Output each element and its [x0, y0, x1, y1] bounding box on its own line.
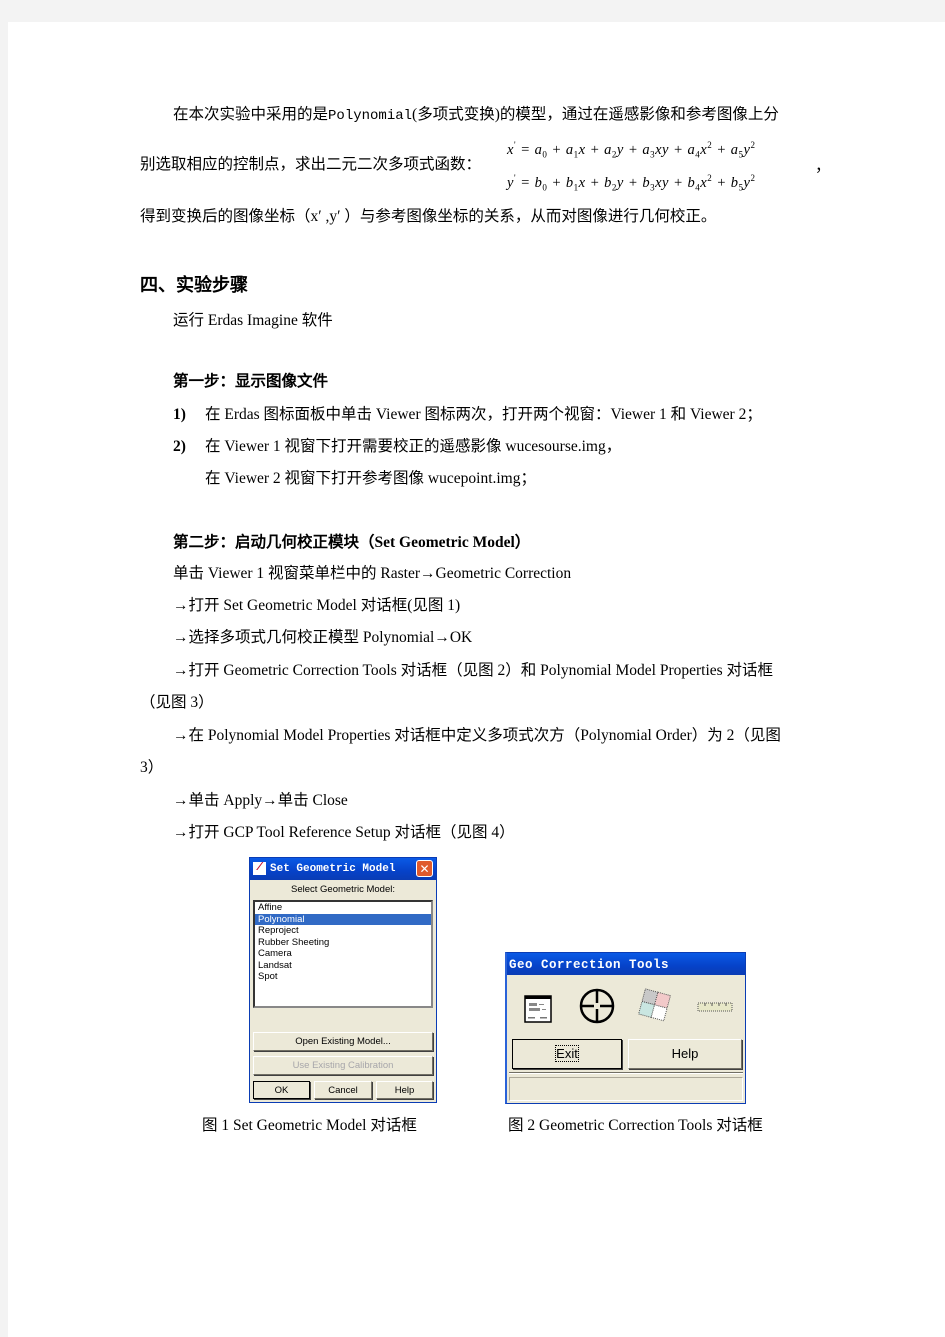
step2-line: 单击 Viewer 1 视窗菜单栏中的 Raster→Geometric Cor… [173, 565, 572, 582]
separator [509, 1072, 743, 1074]
figure1-caption: 图 1 Set Geometric Model 对话框 [202, 1117, 417, 1134]
model-option[interactable]: Camera [255, 948, 431, 960]
crosshair-icon[interactable] [578, 987, 616, 1025]
step1-heading: 第一步：显示图像文件 [173, 373, 329, 390]
formula-x: x' = a0 + a1x + a2y + a3xy + a4x2 + a5y2 [507, 140, 756, 160]
model-name: Polynomial [328, 108, 413, 124]
dialog-title: Set Geometric Model [270, 863, 396, 875]
cancel-button[interactable]: Cancel [314, 1081, 372, 1099]
tiles-icon[interactable] [635, 988, 675, 1026]
step2-line: 3） [140, 759, 164, 776]
status-bar [509, 1077, 743, 1101]
close-icon[interactable]: ✕ [416, 860, 433, 877]
step1-item-text: 在 Viewer 1 视窗下打开需要校正的遥感影像 wucesourse.img… [205, 438, 622, 455]
step2-heading: 第二步：启动几何校正模块（Set Geometric Model） [173, 534, 531, 551]
intro-text: (多项式变换)的模型，通过在遥感影像和参考图像上分 [412, 106, 779, 123]
model-option[interactable]: Affine [255, 902, 431, 914]
model-option[interactable]: Spot [255, 971, 431, 983]
step2-line: →单击 Apply→单击 Close [173, 792, 348, 809]
open-existing-model-button[interactable]: Open Existing Model... [253, 1032, 433, 1051]
ruler-icon[interactable] [697, 1001, 733, 1013]
model-option[interactable]: Rubber Sheeting [255, 937, 431, 949]
step2-line: →在 Polynomial Model Properties 对话框中定义多项式… [173, 727, 781, 744]
step2-line: →打开 Set Geometric Model 对话框(见图 1) [173, 597, 461, 614]
help-button[interactable]: Help [628, 1039, 742, 1069]
set-geometric-model-dialog: / Set Geometric Model ✕ Select Geometric… [249, 857, 437, 1103]
intro-line-2: 别选取相应的控制点，求出二元二次多项式函数： [140, 156, 482, 173]
gcp-table-icon[interactable] [524, 995, 552, 1023]
use-existing-calibration-button[interactable]: Use Existing Calibration [253, 1056, 433, 1075]
step1-item-num: 1) [173, 406, 186, 423]
exit-button[interactable]: Exit [512, 1039, 622, 1069]
run-line: 运行 Erdas Imagine 软件 [173, 312, 333, 329]
model-option-selected[interactable]: Polynomial [255, 913, 431, 925]
formula-comma: ， [815, 158, 831, 175]
step1-item-num: 2) [173, 438, 186, 455]
dialog-titlebar: / Set Geometric Model ✕ [250, 858, 436, 880]
step1-item-text: 在 Erdas 图标面板中单击 Viewer 图标两次，打开两个视窗：Viewe… [205, 406, 762, 423]
ok-button[interactable]: OK [253, 1081, 310, 1099]
help-button[interactable]: Help [376, 1081, 433, 1099]
model-list[interactable]: Affine Polynomial Reproject Rubber Sheet… [253, 900, 433, 1008]
section-heading: 四、实验步骤 [140, 275, 248, 295]
intro-line-1: 在本次实验中采用的是Polynomial(多项式变换)的模型，通过在遥感影像和参… [173, 105, 779, 126]
step2-line: （见图 3） [140, 694, 214, 711]
step1-item-cont: 在 Viewer 2 视窗下打开参考图像 wucepoint.img； [205, 470, 536, 487]
erdas-app-icon: / [253, 862, 266, 875]
formula-y: y' = b0 + b1x + b2y + b3xy + b4x2 + b5y2 [507, 173, 756, 193]
step2-line: →打开 Geometric Correction Tools 对话框（见图 2）… [173, 662, 774, 679]
select-model-label: Select Geometric Model: [290, 884, 395, 895]
geo-correction-tools-dialog: Geo Correction Tools Exit Help [505, 952, 746, 1104]
dialog-titlebar: Geo Correction Tools [507, 953, 745, 975]
step2-line: →选择多项式几何校正模型 Polynomial→OK [173, 629, 473, 646]
step2-line: →打开 GCP Tool Reference Setup 对话框（见图 4） [173, 824, 515, 841]
intro-line-3: 得到变换后的图像坐标（x′ ,y′ ）与参考图像坐标的关系，从而对图像进行几何校… [140, 208, 717, 225]
figure2-caption: 图 2 Geometric Correction Tools 对话框 [508, 1117, 763, 1134]
model-option[interactable]: Reproject [255, 925, 431, 937]
model-option[interactable]: Landsat [255, 960, 431, 972]
exit-label: Exit [555, 1045, 579, 1062]
intro-text: 在本次实验中采用的是 [173, 106, 329, 123]
help-label: Help [671, 1046, 699, 1061]
